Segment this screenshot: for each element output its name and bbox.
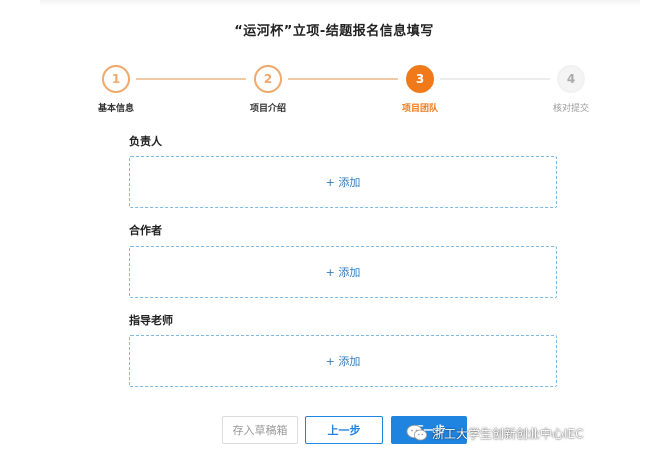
step-number: 4 bbox=[557, 65, 585, 93]
step-number: 1 bbox=[102, 65, 130, 93]
add-collaborator-button[interactable]: + 添加 bbox=[129, 246, 557, 298]
add-label: + 添加 bbox=[325, 176, 361, 189]
step-number: 2 bbox=[254, 65, 282, 93]
page-title: “运河杯”立项-结题报名信息填写 bbox=[234, 24, 434, 39]
step-label: 项目介绍 bbox=[249, 104, 286, 114]
step-number: 3 bbox=[406, 65, 434, 93]
top-shadow bbox=[40, 0, 640, 6]
step-verify-submit: 4 核对提交 bbox=[531, 65, 611, 114]
watermark-text: 浙工大学生创新创业中心IEC bbox=[432, 426, 584, 441]
step-project-team[interactable]: 3 项目团队 bbox=[380, 65, 460, 114]
step-label: 项目团队 bbox=[401, 104, 438, 114]
step-project-intro[interactable]: 2 项目介绍 bbox=[228, 65, 308, 114]
section-label-leader: 负责人 bbox=[129, 135, 162, 148]
add-label: + 添加 bbox=[325, 266, 361, 279]
wechat-icon bbox=[406, 424, 428, 441]
add-leader-button[interactable]: + 添加 bbox=[129, 156, 557, 208]
section-label-collaborators: 合作者 bbox=[129, 224, 162, 237]
previous-step-button[interactable]: 上一步 bbox=[305, 416, 383, 444]
save-draft-button[interactable]: 存入草稿箱 bbox=[222, 416, 298, 444]
step-label: 基本信息 bbox=[97, 104, 134, 114]
section-label-advisors: 指导老师 bbox=[129, 314, 173, 327]
add-advisor-button[interactable]: + 添加 bbox=[129, 335, 557, 387]
page: “运河杯”立项-结题报名信息填写 1 基本信息 2 项目介绍 3 项目团队 4 … bbox=[0, 0, 668, 463]
step-basic-info[interactable]: 1 基本信息 bbox=[76, 65, 156, 114]
watermark: 浙工大学生创新创业中心IEC bbox=[406, 424, 584, 442]
step-label: 核对提交 bbox=[552, 104, 589, 114]
add-label: + 添加 bbox=[325, 355, 361, 368]
